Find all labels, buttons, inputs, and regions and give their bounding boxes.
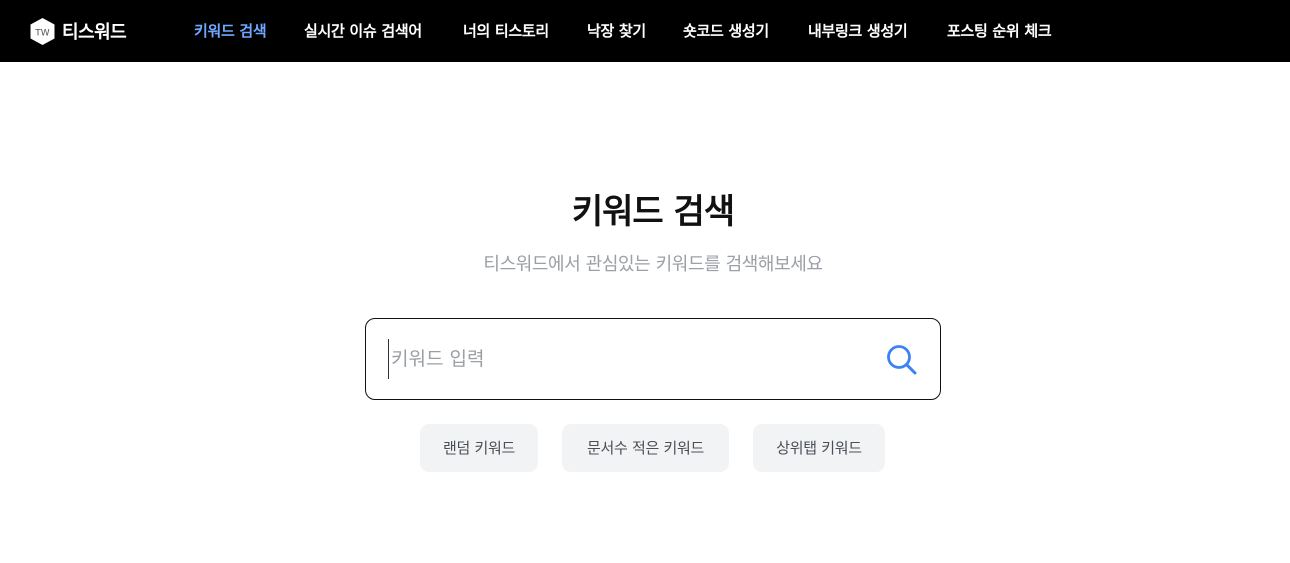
keyword-search-input[interactable] [388,339,858,379]
nav-realtime-issues[interactable]: 실시간 이슈 검색어 [304,21,422,41]
nav-keyword-search[interactable]: 키워드 검색 [194,21,267,41]
nav-find-missing[interactable]: 낙장 찾기 [587,21,646,41]
search-box [365,318,941,400]
nav-posting-rank-check[interactable]: 포스팅 순위 체크 [947,21,1052,41]
search-button[interactable] [884,341,922,379]
low-document-keyword-button[interactable]: 문서수 적은 키워드 [562,424,729,472]
nav-internal-link-generator[interactable]: 내부링크 생성기 [808,21,908,41]
nav-shortcode-generator[interactable]: 숏코드 생성기 [683,21,769,41]
page-subtitle: 티스워드에서 관심있는 키워드를 검색해보세요 [483,254,823,275]
top-navigation-bar: TW 티스워드 키워드 검색 실시간 이슈 검색어 너의 티스토리 낙장 찾기 … [0,0,1290,62]
nav-your-tistory[interactable]: 너의 티스토리 [463,21,549,41]
main-nav: 키워드 검색 실시간 이슈 검색어 너의 티스토리 낙장 찾기 숏코드 생성기 … [0,0,1290,62]
page-title: 키워드 검색 [571,192,735,232]
top-tab-keyword-button[interactable]: 상위탭 키워드 [753,424,885,472]
random-keyword-button[interactable]: 랜덤 키워드 [420,424,538,472]
search-icon [887,345,917,375]
